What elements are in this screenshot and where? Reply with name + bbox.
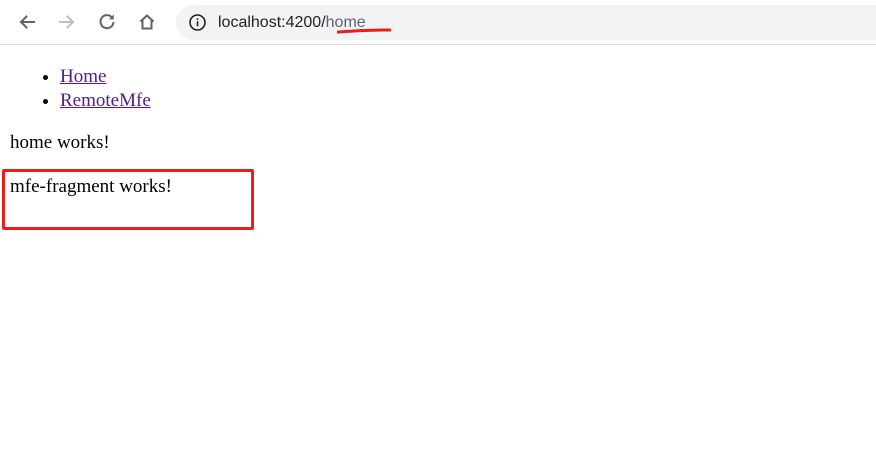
browser-toolbar: localhost:4200/home	[0, 0, 876, 45]
mfe-fragment-text: mfe-fragment works!	[10, 176, 172, 197]
forward-button[interactable]	[54, 9, 80, 35]
back-button[interactable]	[14, 9, 40, 35]
address-bar[interactable]: localhost:4200/home	[176, 5, 876, 40]
nav-item-home: Home	[60, 65, 151, 89]
remotemfe-link[interactable]: RemoteMfe	[60, 90, 151, 111]
reload-button[interactable]	[94, 9, 120, 35]
home-button[interactable]	[134, 9, 160, 35]
nav-item-remotemfe: RemoteMfe	[60, 89, 151, 113]
home-link[interactable]: Home	[60, 66, 106, 87]
info-icon[interactable]	[188, 13, 207, 32]
home-component-text: home works!	[10, 132, 110, 153]
url-text[interactable]: localhost:4200/home	[218, 5, 366, 40]
arrow-left-icon	[17, 12, 37, 32]
reload-icon	[97, 12, 117, 32]
page-content: Home RemoteMfe home works! mfe-fragment …	[0, 45, 876, 461]
arrow-right-icon	[57, 12, 77, 32]
url-host: localhost:4200/	[218, 14, 326, 31]
nav-list: Home RemoteMfe	[20, 65, 151, 113]
annotation-underline	[337, 28, 391, 34]
home-icon	[137, 12, 157, 32]
